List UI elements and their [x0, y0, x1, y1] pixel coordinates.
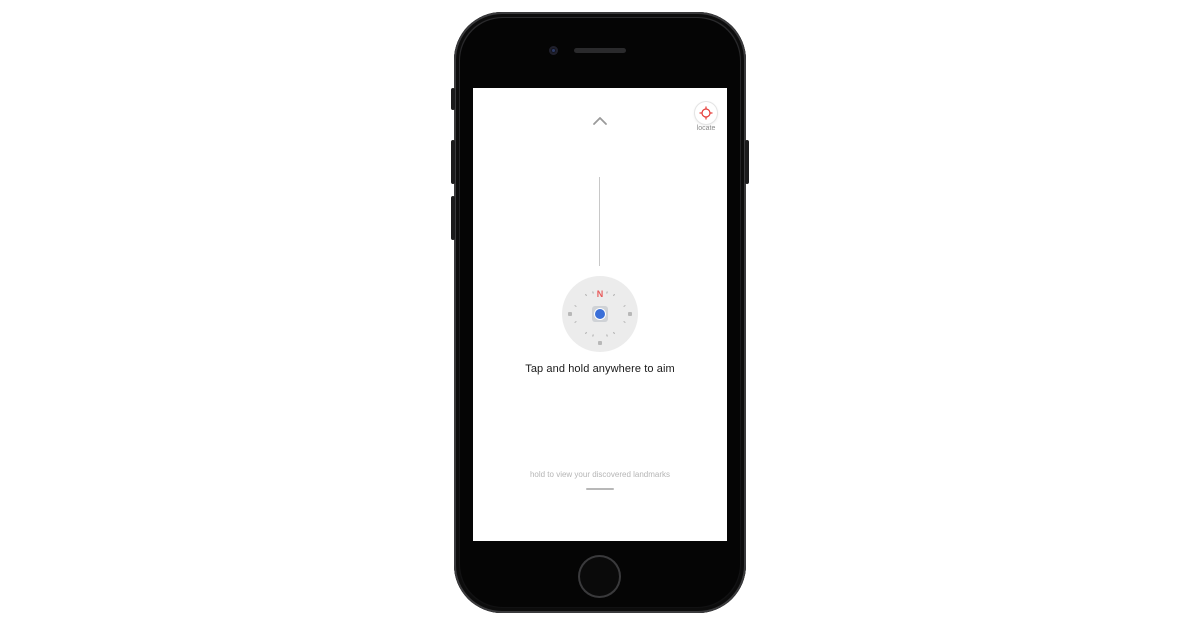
front-camera [549, 46, 558, 55]
app-screen[interactable]: locate N Tap and hold anywhere to aim ho… [473, 88, 727, 541]
landmarks-hint: hold to view your discovered landmarks [529, 470, 671, 479]
mute-switch [451, 88, 455, 110]
power-button [745, 140, 749, 184]
compass-north-label: N [596, 289, 604, 299]
locate-button[interactable] [695, 102, 717, 124]
volume-down-button [451, 196, 455, 240]
aim-instruction: Tap and hold anywhere to aim [525, 363, 675, 375]
current-position-dot[interactable] [592, 306, 608, 322]
compass[interactable]: N [562, 276, 638, 352]
landmarks-drawer-handle[interactable] [586, 488, 614, 490]
locate-label: locate [696, 125, 716, 132]
aim-line [599, 177, 600, 266]
home-button[interactable] [578, 555, 621, 598]
chevron-up-icon[interactable] [592, 114, 608, 126]
volume-up-button [451, 140, 455, 184]
stage: locate N Tap and hold anywhere to aim ho… [0, 0, 1200, 630]
earpiece-speaker [574, 48, 626, 53]
